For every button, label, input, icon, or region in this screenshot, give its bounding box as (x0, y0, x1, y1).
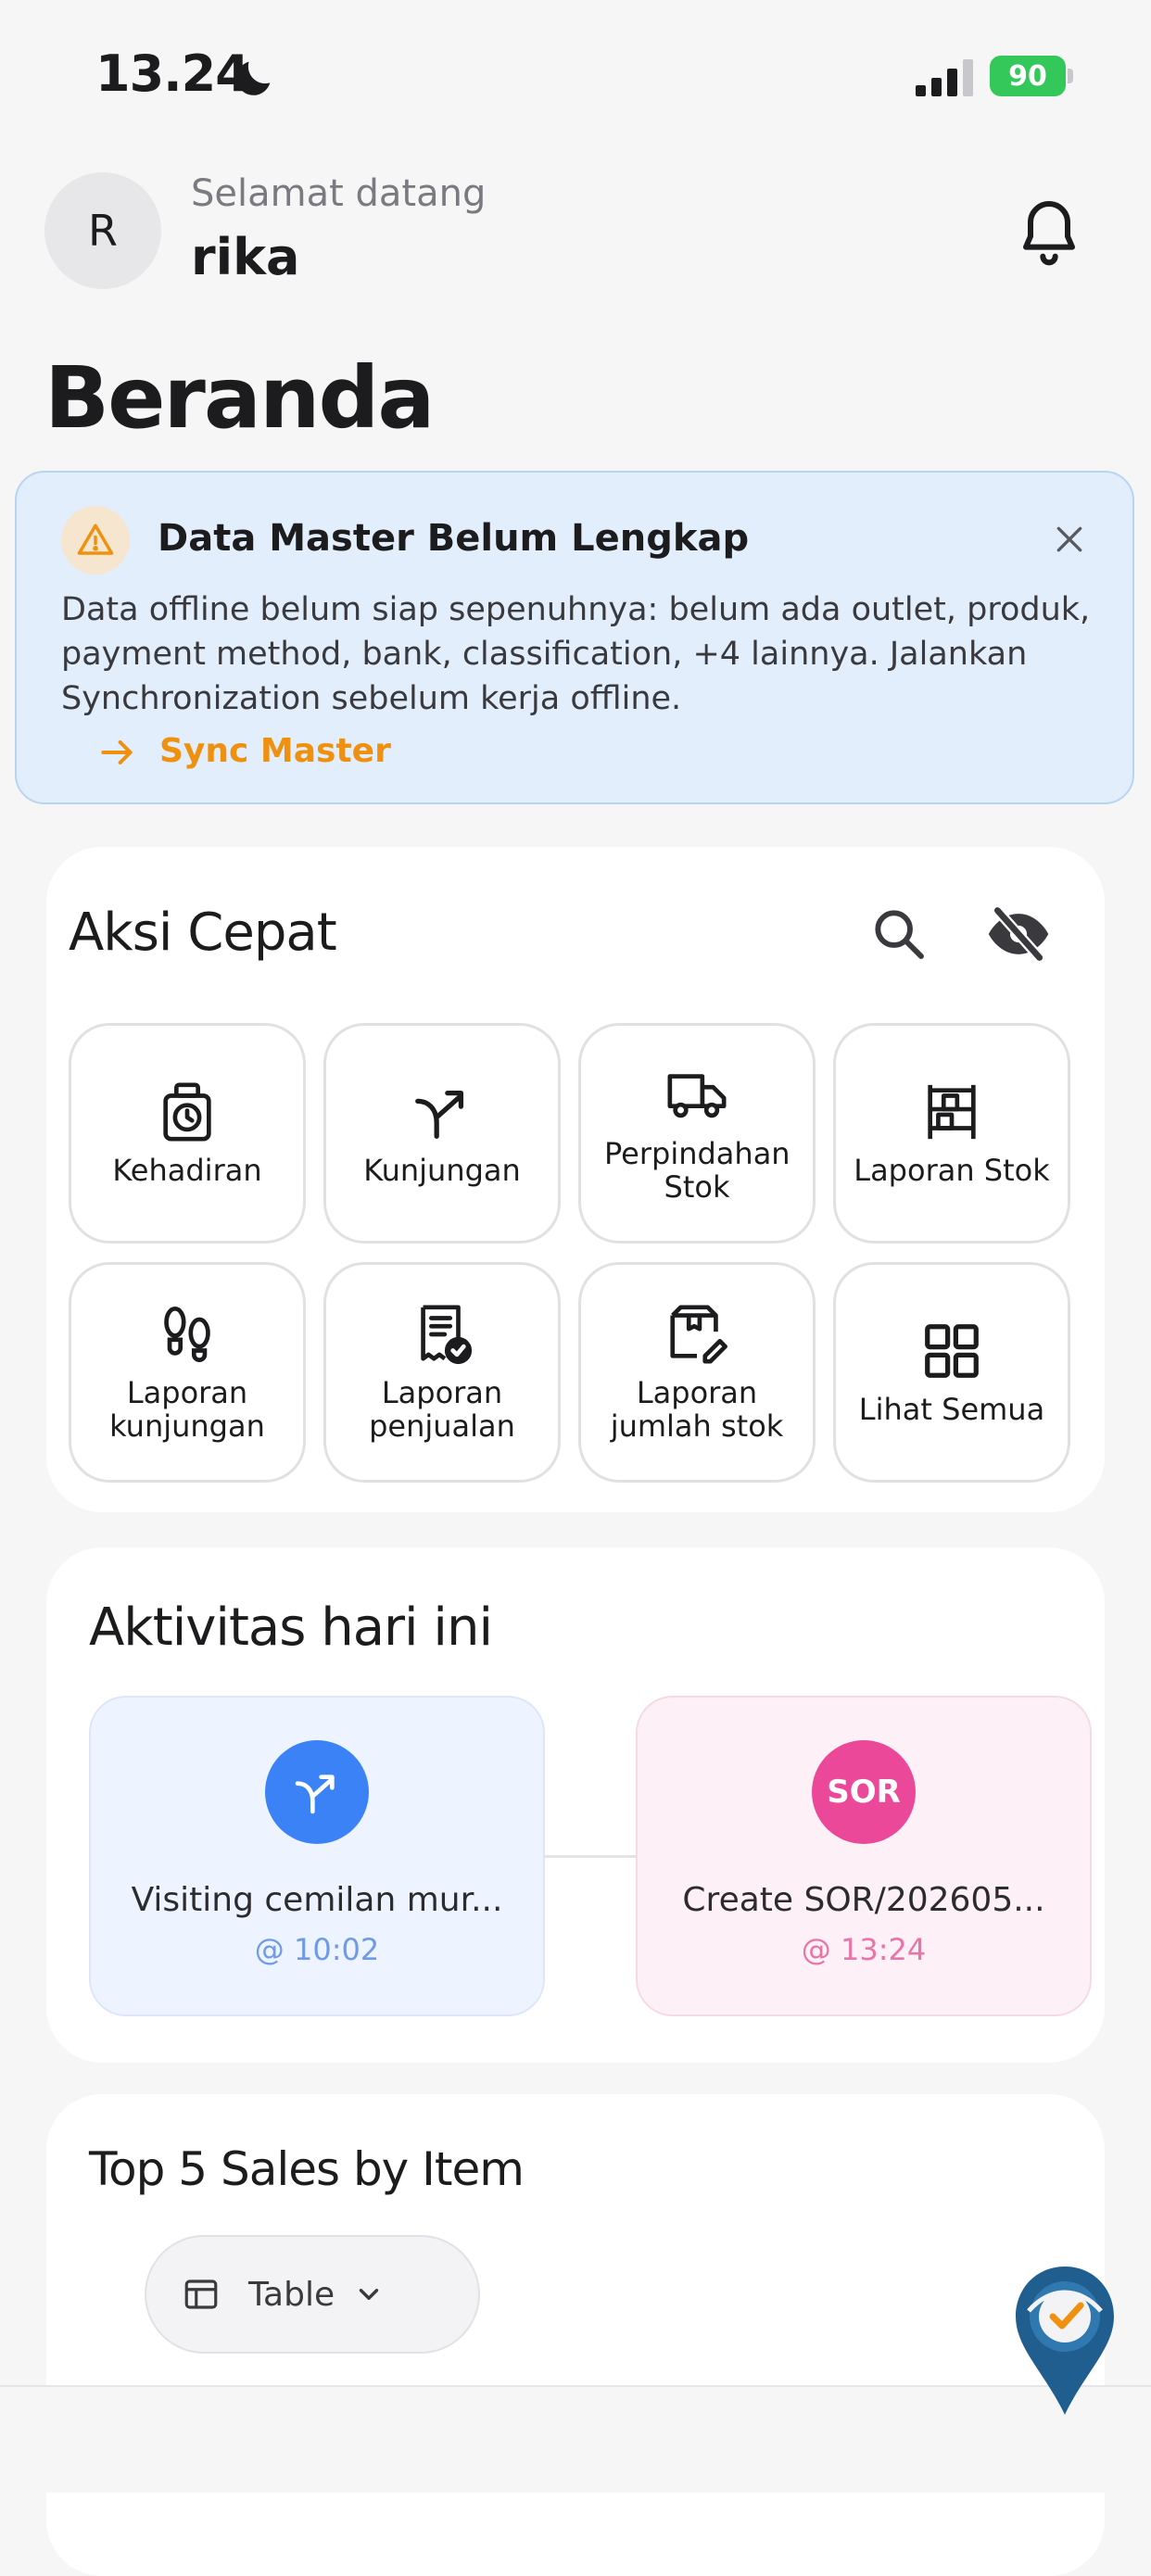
top5-sales-card: Top 5 Sales by Item Table (46, 2094, 1105, 2576)
page-title: Beranda (44, 348, 435, 448)
moon-icon (236, 61, 271, 95)
quick-action-laporan-penjualan[interactable]: Laporan penjualan (323, 1262, 561, 1483)
activity-title: Aktivitas hari ini (89, 1597, 493, 1658)
battery-indicator: 90 (990, 56, 1066, 96)
quick-action-kehadiran[interactable]: Kehadiran (69, 1023, 306, 1244)
quick-action-label: Laporan jumlah stok (610, 1375, 784, 1444)
quick-action-lihat-semua[interactable]: Lihat Semua (833, 1262, 1070, 1483)
truck-icon (667, 1074, 727, 1118)
search-icon[interactable] (869, 904, 929, 964)
attendance-clock-icon (163, 1082, 211, 1142)
chevron-down-icon (359, 2289, 379, 2300)
sor-badge-text: SOR (827, 1774, 901, 1811)
close-icon[interactable] (1051, 521, 1088, 558)
eye-off-icon[interactable] (984, 903, 1053, 966)
quick-action-laporan-jumlah-stok[interactable]: Laporan jumlah stok (578, 1262, 816, 1483)
quick-action-laporan-kunjungan[interactable]: Laporan kunjungan (69, 1262, 306, 1483)
quick-action-label: Lihat Semua (858, 1392, 1045, 1427)
quick-action-label: Laporan Stok (854, 1153, 1050, 1188)
banner-message: Data offline belum siap sepenuhnya: belu… (61, 591, 1091, 717)
view-mode-select[interactable]: Table (145, 2235, 480, 2354)
receipt-check-icon (421, 1305, 473, 1365)
quick-action-label: Perpindahan Stok (604, 1136, 791, 1205)
data-master-warning-banner: Data Master Belum Lengkap Data offline b… (15, 471, 1134, 804)
signal-icon (916, 59, 973, 96)
banner-title: Data Master Belum Lengkap (158, 517, 750, 560)
avatar-initial: R (88, 206, 118, 256)
activity-time: @ 10:02 (254, 1932, 380, 1967)
avatar[interactable]: R (44, 172, 161, 289)
box-edit-icon (670, 1305, 727, 1364)
quick-action-label: Kunjungan (363, 1153, 521, 1188)
quick-action-label: Kehadiran (112, 1153, 262, 1188)
warning-triangle-icon (77, 524, 114, 555)
grid-icon (925, 1324, 979, 1378)
warning-badge (61, 506, 130, 575)
battery-level: 90 (1008, 59, 1047, 93)
bottom-bar (0, 2385, 1151, 2493)
app-logo-icon[interactable] (1010, 2263, 1119, 2418)
view-mode-label: Table (248, 2275, 335, 2314)
battery-tip (1068, 69, 1073, 83)
quick-action-laporan-stok[interactable]: Laporan Stok (833, 1023, 1070, 1244)
activity-item-visit[interactable]: Visiting cemilan mur... @ 10:02 (89, 1696, 545, 2016)
quick-actions-card: Aksi Cepat Kehadiran Kunjungan Perpindah… (46, 847, 1105, 1512)
shelf-icon (928, 1084, 976, 1140)
activity-sor-badge: SOR (812, 1740, 916, 1844)
activity-item-sor[interactable]: SOR Create SOR/202605... @ 13:24 (636, 1696, 1092, 2016)
visit-arrow-icon (415, 1090, 464, 1139)
top5-title: Top 5 Sales by Item (89, 2142, 525, 2196)
quick-action-kunjungan[interactable]: Kunjungan (323, 1023, 561, 1244)
table-icon (184, 2279, 218, 2309)
quick-action-label: Laporan penjualan (369, 1375, 515, 1444)
visit-arrow-icon (295, 1774, 335, 1814)
activity-label: Visiting cemilan mur... (131, 1881, 503, 1919)
quick-action-label: Laporan kunjungan (109, 1375, 265, 1444)
greeting-text: Selamat datang (191, 172, 487, 215)
activity-time: @ 13:24 (801, 1932, 927, 1967)
activity-connector (545, 1855, 636, 1858)
footprints-icon (164, 1306, 210, 1363)
activity-label: Create SOR/202605... (682, 1881, 1045, 1919)
activity-visit-badge (265, 1740, 369, 1844)
quick-action-perpindahan-stok[interactable]: Perpindahan Stok (578, 1023, 816, 1244)
arrow-right-icon[interactable] (96, 732, 137, 773)
sync-master-link[interactable]: Sync Master (159, 732, 391, 770)
activity-card: Aktivitas hari ini Visiting cemilan mur.… (46, 1547, 1105, 2063)
status-time: 13.24 (95, 44, 250, 103)
quick-actions-title: Aksi Cepat (69, 903, 337, 963)
bell-icon[interactable] (1012, 195, 1086, 269)
username: rika (191, 228, 300, 286)
